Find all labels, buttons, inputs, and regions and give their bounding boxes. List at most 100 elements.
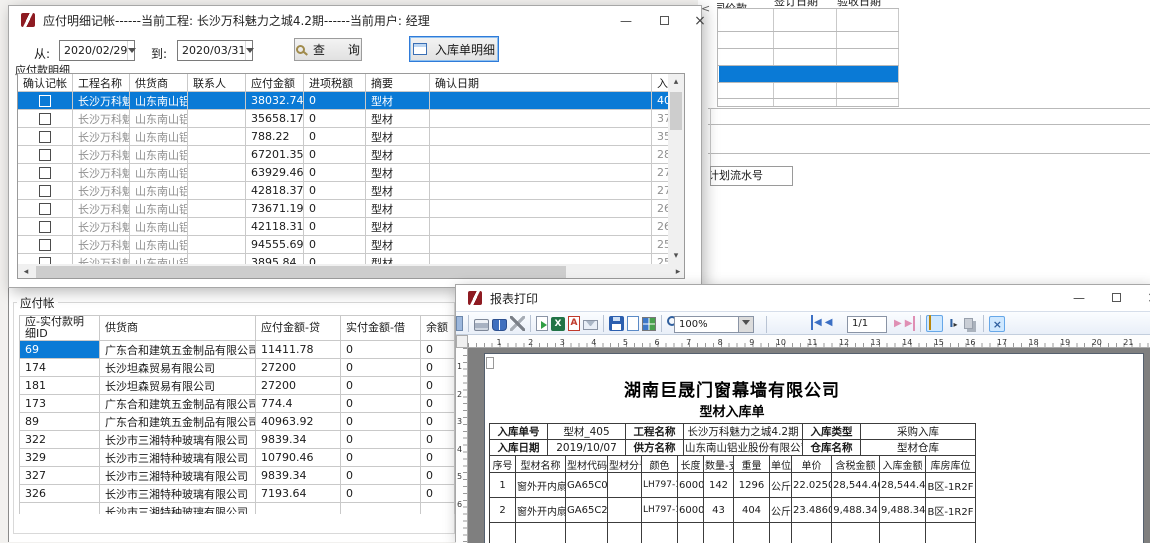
print-icon[interactable] (474, 319, 489, 331)
previous-page-icon[interactable]: ◀ (825, 315, 833, 330)
maximize-icon[interactable] (1101, 289, 1131, 307)
column-header[interactable]: 应付金额-贷 (256, 316, 341, 341)
confirm-checkbox[interactable] (39, 95, 51, 107)
window1-titlebar[interactable]: 应付明细记帐------当前工程: 长沙万科魅力之城4.2期------当前用户… (9, 6, 701, 34)
payables-row[interactable]: 327 长沙市三湘特种玻璃有限公司 9839.34 0 0 (20, 467, 455, 485)
bg-grid[interactable] (717, 8, 898, 107)
ruler-number: 10 (754, 337, 786, 347)
column-header[interactable]: 应-实付款明细ID (20, 316, 100, 341)
column-header[interactable]: 确认日期 (430, 74, 652, 92)
confirm-checkbox[interactable] (39, 239, 51, 251)
receipt-detail-button[interactable]: 入库单明细 (409, 36, 499, 62)
chevron-down-icon[interactable] (245, 41, 254, 60)
last-page-icon[interactable]: ▶ (905, 316, 916, 331)
zoom-level-value: 100% (675, 317, 738, 332)
payables-row[interactable]: 329 长沙市三湘特种玻璃有限公司 10790.46 0 0 (20, 449, 455, 467)
horizontal-scroll-thumb[interactable] (36, 266, 566, 278)
export-icon[interactable] (536, 316, 548, 331)
plan-serial-label: 计划流水号 (710, 166, 793, 186)
payables-row[interactable]: 326 长沙市三湘特种玻璃有限公司 7193.64 0 0 (20, 485, 455, 503)
payables-row[interactable]: 181 长沙坦森贸易有限公司 27200 0 0 (20, 377, 455, 395)
text-select-icon[interactable]: I (946, 316, 960, 332)
close-icon[interactable]: × (685, 12, 715, 30)
print-preview-area[interactable]: 湖南巨晟门窗幕墙有限公司 型材入库单 入库单号 型材_405 工程名称 长沙万科… (468, 348, 1150, 543)
scroll-right-icon[interactable]: ▸ (670, 264, 685, 279)
save-icon[interactable] (609, 316, 624, 331)
column-header[interactable]: 确认记帐 (18, 74, 73, 92)
column-header[interactable]: 供货商 (130, 74, 188, 92)
close-preview-icon[interactable]: × (989, 316, 1005, 332)
page-indicator-input[interactable]: 1/1 (847, 316, 887, 333)
options-icon[interactable] (510, 316, 525, 331)
column-header[interactable]: 实付金额-借 (341, 316, 421, 341)
payables-row[interactable]: 69 广东合和建筑五金制品有限公司 11411.78 0 0 (20, 341, 455, 359)
to-date-combo[interactable]: 2020/03/31 (177, 40, 253, 61)
payable-detail-table[interactable]: 确认记帐工程名称供货商联系人应付金额进项税额摘要确认日期入库 长沙万科魅力...… (17, 73, 685, 272)
payable-detail-row[interactable]: 长沙万科魅力... 山东南山铝业... 63929.46 0 型材 276 (18, 164, 686, 182)
hand-tool-icon[interactable] (926, 315, 943, 332)
close-icon[interactable]: × (1138, 289, 1150, 307)
payable-detail-row[interactable]: 长沙万科魅力... 山东南山铝业... 73671.19 0 型材 266 (18, 200, 686, 218)
payable-detail-row[interactable]: 长沙万科魅力... 山东南山铝业... 67201.35 0 型材 283 (18, 146, 686, 164)
ruler-number: 14 (881, 337, 913, 347)
payables-row[interactable]: 长沙市三湘特种玻璃有限公司 (20, 503, 455, 515)
copy-icon[interactable] (964, 318, 973, 329)
payables-row[interactable]: 89 广东合和建筑五金制品有限公司 40963.92 0 0 (20, 413, 455, 431)
report-info-row: 入库日期 2019/10/07 供方名称 山东南山铝业股份有限公司 仓库名称 型… (490, 440, 976, 456)
column-header[interactable]: 供货商 (100, 316, 256, 341)
multi-page-icon[interactable] (642, 317, 656, 331)
first-page-icon[interactable]: ◀ (811, 315, 822, 330)
next-page-icon[interactable]: ▶ (894, 316, 902, 331)
report-detail-row: 1窗外开内扇GA65C07 LH797-1LL6000 1421296公斤 22… (490, 473, 976, 498)
column-header[interactable]: 摘要 (366, 74, 430, 92)
payable-detail-row[interactable]: 长沙万科魅力... 山东南山铝业... 788.22 0 型材 358 (18, 128, 686, 146)
column-header[interactable]: 余额 (421, 316, 455, 341)
payables-row[interactable]: 173 广东合和建筑五金制品有限公司 774.4 0 0 (20, 395, 455, 413)
report-detail-row (490, 523, 976, 543)
chevron-down-icon[interactable] (738, 317, 753, 332)
scroll-up-icon[interactable]: ▴ (668, 74, 684, 90)
payable-detail-row[interactable]: 长沙万科魅力... 山东南山铝业... 94555.69 0 型材 251 (18, 236, 686, 254)
column-header[interactable]: 应付金额 (246, 74, 304, 92)
zoom-level-combo[interactable]: 100% (674, 316, 754, 333)
desktop: { "colors": { "selection": "#0a7ad6", "a… (0, 0, 1150, 542)
payables-row[interactable]: 174 长沙坦森贸易有限公司 27200 0 0 (20, 359, 455, 377)
bg-selected-row[interactable] (719, 66, 898, 82)
payables-row[interactable]: 322 长沙市三湘特种玻璃有限公司 9839.34 0 0 (20, 431, 455, 449)
excel-export-icon[interactable] (551, 317, 565, 331)
chevron-down-icon[interactable] (127, 41, 136, 60)
docked-icon[interactable] (456, 316, 463, 331)
payable-detail-row[interactable]: 长沙万科魅力... 山东南山铝业... 42818.37 0 型材 275 (18, 182, 686, 200)
confirm-checkbox[interactable] (39, 113, 51, 125)
ruler-number: 19 (1039, 337, 1071, 347)
scroll-down-icon[interactable]: ▾ (668, 248, 684, 264)
column-header[interactable]: 联系人 (188, 74, 246, 92)
vertical-scroll-thumb[interactable] (670, 92, 682, 130)
column-header[interactable]: 工程名称 (73, 74, 130, 92)
ruler-number: 2 (502, 337, 534, 347)
confirm-checkbox[interactable] (39, 149, 51, 161)
payables-table[interactable]: 应-实付款明细ID供货商应付金额-贷实付金额-借余额 69 广东合和建筑五金制品… (19, 315, 455, 514)
column-header[interactable]: 进项税额 (304, 74, 366, 92)
payable-detail-row[interactable]: 长沙万科魅力... 山东南山铝业... 38032.74 0 型材 405 (18, 92, 686, 110)
email-icon[interactable] (583, 320, 598, 330)
confirm-checkbox[interactable] (39, 167, 51, 179)
window2-titlebar[interactable]: 报表打印 (456, 285, 1150, 311)
minimize-icon[interactable]: — (1064, 289, 1094, 307)
from-date-combo[interactable]: 2020/02/29 (59, 40, 135, 61)
confirm-checkbox[interactable] (39, 185, 51, 197)
single-page-icon[interactable] (627, 316, 639, 331)
page-setup-icon[interactable] (492, 319, 507, 331)
payable-detail-row[interactable]: 长沙万科魅力... 山东南山铝业... 42118.31 0 型材 265 (18, 218, 686, 236)
payable-detail-row[interactable]: 长沙万科魅力... 山东南山铝业... 35658.17 0 型材 376 (18, 110, 686, 128)
query-button[interactable]: 查 询 (294, 38, 362, 61)
maximize-icon[interactable] (649, 12, 679, 30)
confirm-checkbox[interactable] (39, 131, 51, 143)
window1-title: 应付明细记帐------当前工程: 长沙万科魅力之城4.2期------当前用户… (43, 12, 430, 29)
minimize-icon[interactable]: — (611, 12, 641, 30)
confirm-checkbox[interactable] (39, 203, 51, 215)
pdf-export-icon[interactable] (568, 316, 580, 331)
column-header: 长度 (678, 456, 704, 473)
confirm-checkbox[interactable] (39, 221, 51, 233)
scroll-left-icon[interactable]: ◂ (18, 264, 34, 279)
